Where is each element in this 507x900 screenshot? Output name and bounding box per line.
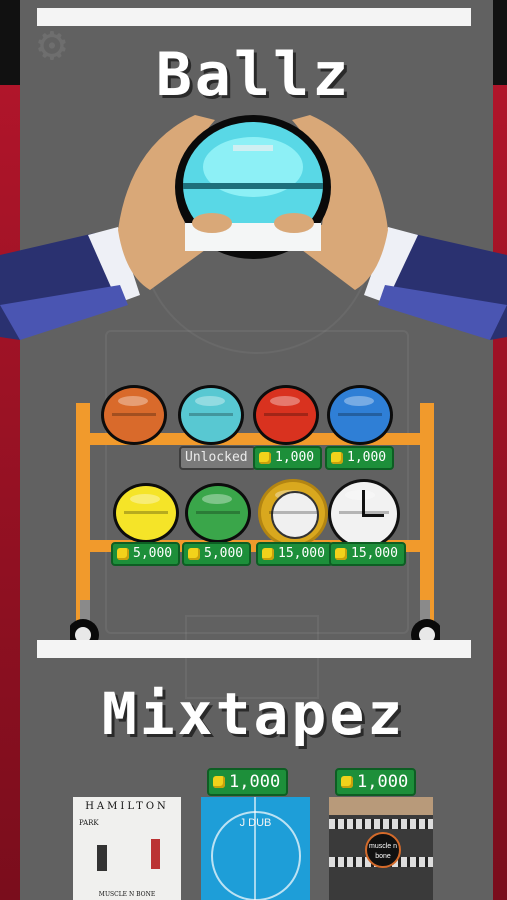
player-figure	[97, 845, 107, 871]
price-tag-mixtape-3[interactable]: 1,000	[335, 768, 417, 796]
ball-blue-green[interactable]	[330, 388, 390, 442]
mixtape-muscle-n-bone[interactable]: muscle n bone	[329, 797, 433, 900]
mixtape-footer: MUSCLE N BONE	[98, 891, 156, 898]
ball-red[interactable]	[256, 388, 316, 442]
mid-divider	[37, 640, 471, 658]
ball-cyan[interactable]	[181, 388, 241, 442]
mixtapez-title: Mixtapez	[101, 680, 406, 748]
right-sleeve	[364, 227, 507, 340]
mixtape-title: HAMILTON	[85, 801, 169, 812]
price-tag-ball-blue-green[interactable]: 1,000	[325, 446, 395, 470]
price-tag-ball-yellow[interactable]: 5,000	[111, 542, 181, 566]
ball-green[interactable]	[188, 486, 248, 540]
coin-icon	[335, 548, 347, 560]
price-tag-ball-clock[interactable]: 15,000	[329, 542, 406, 566]
mixtape-subtitle: PARK	[79, 819, 99, 827]
hands-holding-ball	[0, 115, 507, 340]
ball-yellow[interactable]	[116, 486, 176, 540]
top-divider	[37, 8, 471, 26]
price-tag-ball-red[interactable]: 1,000	[253, 446, 323, 470]
ball-clock[interactable]	[331, 482, 397, 546]
mixtape-hamilton[interactable]: HAMILTON PARK MUSCLE N BONE	[73, 797, 181, 900]
coin-icon	[341, 776, 353, 788]
left-sleeve	[0, 227, 140, 340]
coin-icon	[331, 452, 343, 464]
mixtape-title: muscle n bone	[365, 832, 401, 868]
player-figure	[151, 839, 160, 869]
coin-icon	[262, 548, 274, 560]
coin-icon	[188, 548, 200, 560]
clock-hand-icon	[362, 490, 365, 516]
mixtape-title: J DUB	[239, 817, 272, 829]
selected-ball	[175, 115, 331, 259]
price-tag-ball-green[interactable]: 5,000	[182, 542, 252, 566]
unlocked-badge: Unlocked	[179, 446, 256, 470]
ballz-title: Ballz	[155, 40, 352, 110]
soccer-ball-icon	[271, 491, 319, 539]
ball-soccer[interactable]	[261, 482, 325, 544]
ball-orange[interactable]	[104, 388, 164, 442]
coin-icon	[117, 548, 129, 560]
price-tag-ball-soccer[interactable]: 15,000	[256, 542, 333, 566]
coin-icon	[213, 776, 225, 788]
coin-icon	[259, 452, 271, 464]
game-screen: ⚙ Ballz Unlocked 1,000 1,000 5,000 5,000…	[0, 0, 507, 900]
price-tag-mixtape-2[interactable]: 1,000	[207, 768, 289, 796]
mixtape-j-dub[interactable]: J DUB	[201, 797, 310, 900]
